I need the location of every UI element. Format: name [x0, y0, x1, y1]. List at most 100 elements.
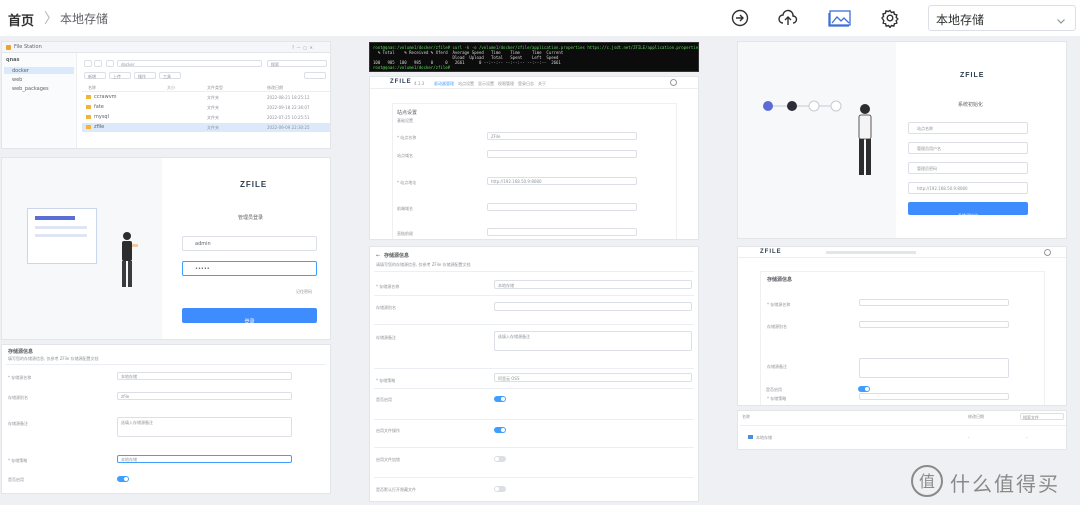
table-row[interactable]: mysql 文件夹 2022-07-25 10:25:51 — [82, 113, 330, 122]
init-button[interactable]: 系统初始化 — [908, 202, 1028, 218]
field-label: 是否启用 — [376, 397, 392, 402]
window-title: File Station — [14, 44, 42, 50]
nav-item[interactable]: 显示设置 — [478, 81, 494, 86]
enable-toggle[interactable] — [858, 386, 870, 392]
illustration-bar — [35, 216, 75, 220]
path-value: docker — [121, 62, 135, 67]
tree-item-root[interactable]: qnas — [6, 57, 20, 63]
site-name-input[interactable]: 站点名称 — [908, 122, 1028, 134]
breadcrumb-current: 本地存储 — [60, 12, 109, 26]
field-value: ZFile — [491, 134, 501, 139]
search-input[interactable]: 搜索 — [267, 60, 327, 67]
nav-item[interactable]: 驱动器管理 — [434, 81, 454, 86]
divider — [740, 425, 1066, 426]
storage-name-input[interactable] — [859, 299, 1009, 306]
nav-item[interactable]: 权限管理 — [498, 81, 514, 86]
tree-item-web[interactable]: web — [12, 77, 22, 83]
file-lock-toggle[interactable] — [494, 456, 506, 462]
admin-header: ZFILE 4.1.3 驱动器管理 站点设置 显示设置 权限管理 登录日志 关于 — [370, 77, 698, 89]
remember-checkbox[interactable]: 记住密码 — [296, 289, 312, 294]
row-name: ccrawvm — [94, 94, 117, 100]
table-row[interactable]: ccrawvm 文件夹 2022-08-21 18:25:12 — [82, 93, 330, 102]
header-divider — [82, 91, 330, 92]
illustration-area — [2, 158, 162, 339]
field-placeholder: 选填入存储源备注 — [121, 420, 153, 425]
hidden-files-toggle[interactable] — [494, 486, 506, 492]
nav-item[interactable]: 站点设置 — [458, 81, 474, 86]
admin-password-input[interactable]: 管理员密码 — [908, 162, 1028, 174]
enable-toggle[interactable] — [117, 476, 129, 482]
storage-remark-textarea[interactable] — [859, 358, 1009, 378]
action-operate[interactable]: 操作 — [134, 72, 156, 79]
upload-icon[interactable] — [778, 8, 798, 28]
storage-alias-input[interactable] — [859, 321, 1009, 328]
tree-item-web-packages[interactable]: web_packages — [12, 86, 49, 92]
user-avatar-icon[interactable] — [670, 79, 677, 86]
table-row[interactable]: 本地存储 - - — [740, 433, 1066, 441]
view-toggle[interactable] — [304, 72, 326, 79]
storage-alias-input[interactable]: zfile — [117, 392, 292, 400]
domain-input[interactable] — [487, 150, 637, 158]
file-ops-toggle[interactable] — [494, 427, 506, 433]
field-label: 启用文件加锁 — [376, 457, 400, 462]
field-label: 存储源别名 — [767, 324, 787, 329]
storage-remark-textarea[interactable]: 选填入存储源备注 — [494, 331, 692, 351]
nav-item[interactable]: 登录日志 — [518, 81, 534, 86]
col-size[interactable]: 大小 — [167, 85, 175, 90]
action-operate-label: 操作 — [138, 74, 146, 79]
username-field[interactable]: admin — [182, 236, 317, 251]
field-label: 存储源备注 — [8, 421, 28, 426]
col-date[interactable]: 修改日期 — [267, 85, 283, 90]
action-new[interactable]: 新增 — [84, 72, 106, 79]
path-field[interactable]: docker — [117, 60, 262, 67]
storage-alias-input[interactable] — [494, 302, 692, 311]
divider — [374, 419, 694, 420]
password-field[interactable]: ••••• — [182, 261, 317, 276]
storage-form-large: ← 存储源信息 请填写您的存储源信息, 仅参考 ZFile 存储源配置文档 * … — [369, 246, 699, 502]
table-row[interactable]: fate 文件夹 2022-09-18 22:36:07 — [82, 103, 330, 112]
admin-username-input[interactable]: 管理员用户名 — [908, 142, 1028, 154]
wizard-illustration — [738, 42, 896, 238]
refresh-button[interactable] — [106, 60, 114, 67]
row-date: 2022-09-18 22:36:07 — [267, 105, 310, 110]
back-button[interactable] — [84, 60, 92, 67]
nav-item[interactable]: 关于 — [538, 81, 546, 86]
user-avatar-icon[interactable] — [1044, 249, 1051, 256]
site-name-input[interactable]: ZFile — [487, 132, 637, 140]
action-upload[interactable]: 上传 — [109, 72, 131, 79]
gallery-icon[interactable] — [828, 8, 852, 28]
login-button[interactable]: 登录 — [182, 308, 317, 325]
field-placeholder: 管理员用户名 — [917, 146, 941, 151]
storage-name-input[interactable]: 本地存储 — [494, 280, 692, 289]
storage-select[interactable]: 本地存储 — [928, 5, 1076, 31]
link-prefix-input[interactable] — [487, 228, 637, 236]
forward-button[interactable] — [94, 60, 102, 67]
gear-icon[interactable] — [880, 8, 900, 29]
form-title: 存储源信息 — [767, 277, 793, 283]
back-arrow-icon[interactable]: ← — [376, 253, 380, 259]
col-date[interactable]: 修改日期 — [968, 414, 984, 419]
storage-remark-textarea[interactable]: 选填入存储源备注 — [117, 417, 292, 437]
site-url-input[interactable]: http://192.168.50.9:8080 — [487, 177, 637, 185]
action-tools[interactable]: 工具 — [159, 72, 181, 79]
logout-icon[interactable] — [730, 8, 750, 28]
site-url-input[interactable]: http://192.168.50.9:8080 — [908, 182, 1028, 194]
section-title: 站点设置 — [397, 110, 418, 116]
col-name[interactable]: 名称 — [742, 414, 750, 419]
col-type[interactable]: 文件类型 — [207, 85, 223, 90]
tree-item-docker[interactable]: docker — [12, 68, 29, 74]
row-date: 2022-08-21 18:25:12 — [267, 95, 310, 100]
storage-type-select[interactable] — [859, 393, 1009, 400]
frontend-domain-input[interactable] — [487, 203, 637, 211]
storage-type-select[interactable]: 本地存储 — [117, 455, 292, 463]
storage-name-input[interactable]: 本地存储 — [117, 372, 292, 380]
table-row-selected[interactable]: zfile 文件夹 2022-09-09 22:30:25 — [82, 123, 330, 132]
enable-toggle[interactable] — [494, 396, 506, 402]
breadcrumb-home[interactable]: 首页 — [8, 10, 34, 29]
storage-type-select[interactable]: 阿里云 OSS — [494, 373, 692, 382]
window-controls[interactable]: ? — □ ✕ — [292, 45, 313, 50]
form-title: 存储源信息 — [8, 349, 34, 355]
search-input[interactable]: 搜索文件 — [1020, 413, 1064, 420]
col-name[interactable]: 名称 — [88, 85, 96, 90]
file-station-window: File Station ? — □ ✕ qnas docker web web… — [1, 41, 331, 149]
